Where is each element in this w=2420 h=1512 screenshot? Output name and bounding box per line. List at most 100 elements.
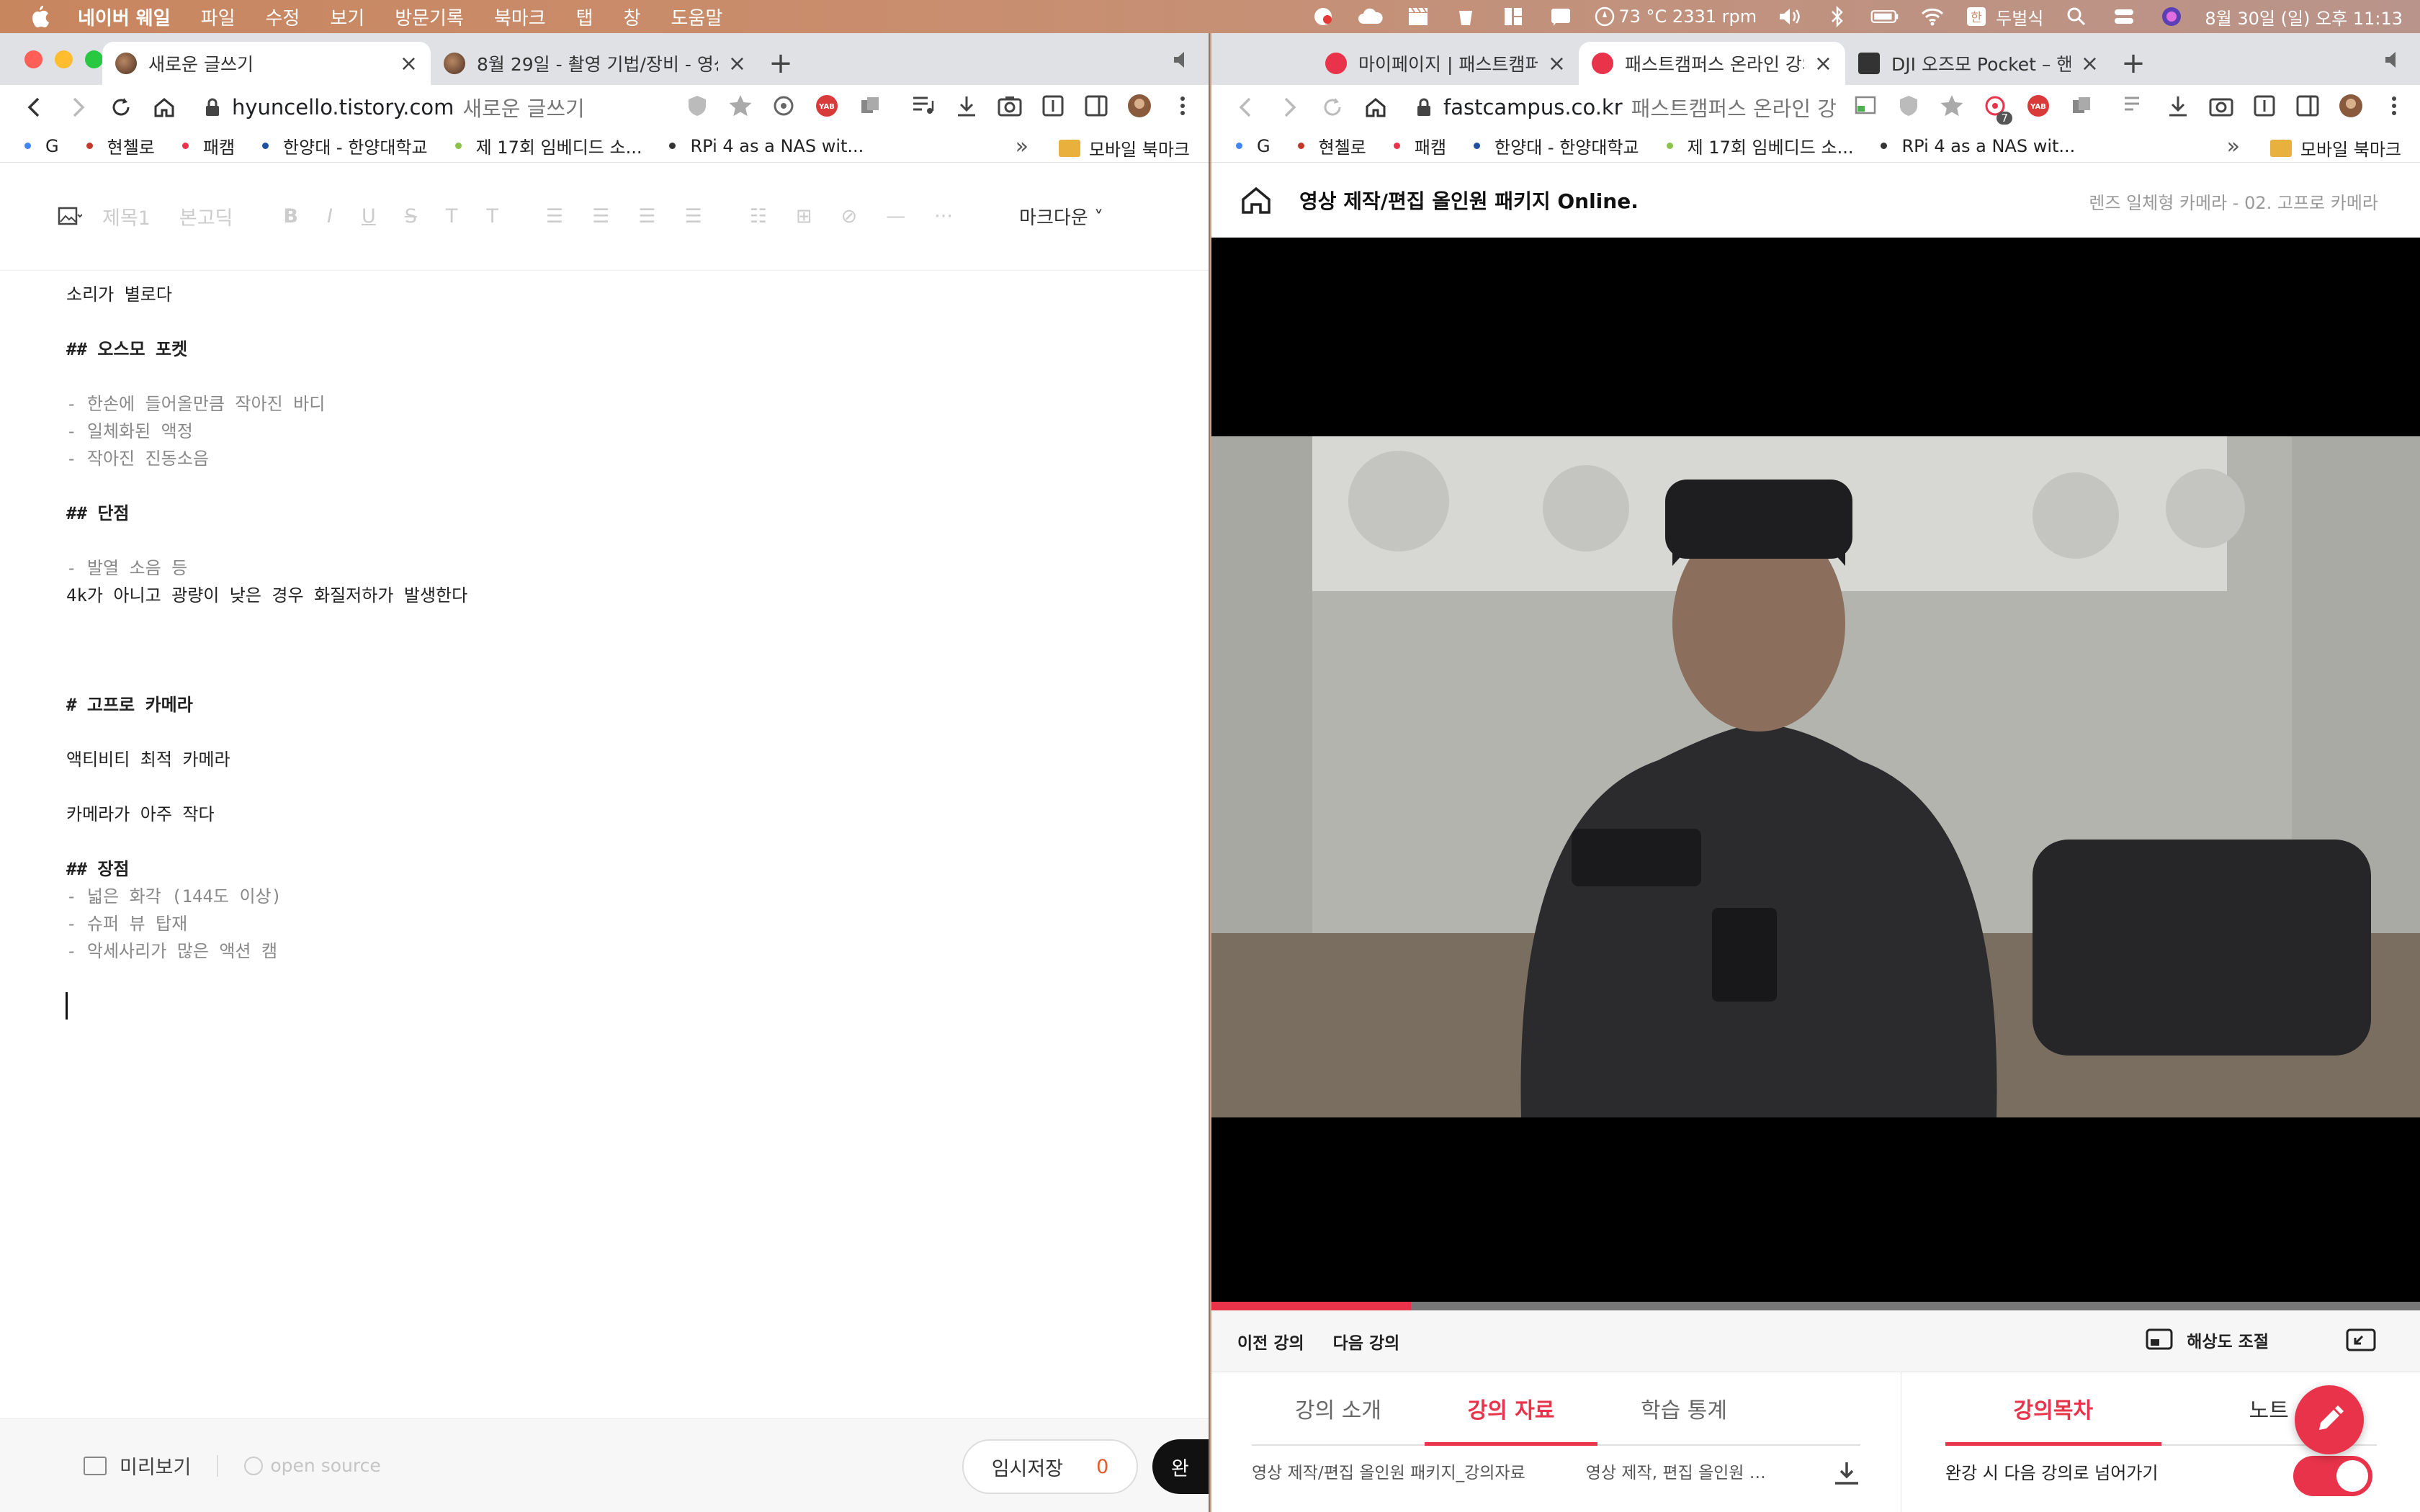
bookmark-folder-mobile[interactable]: 모바일 북마크 [1058, 135, 1190, 161]
shield-icon[interactable] [1894, 91, 1923, 120]
sidebar-toggle-icon[interactable] [2293, 91, 2322, 120]
profile-avatar[interactable] [2336, 91, 2365, 120]
forward-button[interactable] [62, 91, 94, 123]
control-center-icon[interactable] [2110, 6, 2138, 27]
link-icon[interactable]: ⊘ [841, 205, 858, 228]
home-button[interactable] [1360, 91, 1392, 123]
reload-button[interactable] [105, 91, 137, 123]
preview-button[interactable]: 미리보기 [84, 1452, 191, 1480]
back-button[interactable] [19, 91, 50, 123]
bookmark-fastcampus[interactable]: 패캠 [182, 133, 235, 158]
menu-bookmarks[interactable]: 북마크 [494, 4, 546, 30]
battery-icon[interactable] [1870, 6, 1899, 27]
home-button[interactable] [148, 91, 180, 123]
yab-extension-icon[interactable]: YAB [2024, 91, 2053, 120]
reader-icon[interactable] [1039, 91, 1067, 120]
bookmark-embedded[interactable]: 제 17회 임베디드 소... [1666, 133, 1853, 158]
forward-button[interactable] [1273, 91, 1305, 123]
bookmark-rpi-nas[interactable]: RPi 4 as a NAS wit... [1881, 136, 2075, 156]
bluetooth-icon[interactable] [1823, 6, 1852, 27]
screenshot-icon[interactable] [2207, 91, 2236, 120]
back-button[interactable] [1230, 91, 1262, 123]
bookmark-hanyang[interactable]: 한양대 - 한양대학교 [262, 133, 428, 158]
siri-icon[interactable] [2157, 6, 2186, 27]
markdown-mode-toggle[interactable]: 마크다운 ˅ [1019, 203, 1103, 230]
new-tab-button[interactable]: + [2112, 42, 2155, 85]
publish-button[interactable]: 완 [1152, 1439, 1209, 1494]
pip-extension-icon[interactable] [1851, 91, 1880, 120]
tab-learning-stats[interactable]: 학습 통계 [1597, 1372, 1770, 1444]
address-bar[interactable]: hyuncello.tistory.com 새로운 글쓰기 [205, 92, 585, 122]
bookmark-google[interactable]: G [24, 136, 59, 156]
autoplay-toggle[interactable] [2293, 1456, 2372, 1496]
close-tab-icon[interactable]: × [1548, 51, 1566, 76]
video-progress-bar[interactable] [1211, 1302, 2420, 1310]
bookmark-hyuncello[interactable]: 현첼로 [86, 133, 155, 158]
menu-window[interactable]: 창 [624, 4, 641, 30]
tab-mypage[interactable]: 마이페이지 | 패스트캠퍼스 × [1312, 42, 1579, 85]
bookmark-hyuncello[interactable]: 현첼로 [1297, 133, 1366, 158]
video-player[interactable] [1211, 238, 2420, 1310]
close-tab-icon[interactable]: × [400, 51, 418, 76]
translate-icon[interactable] [769, 91, 798, 120]
video-frame[interactable] [1211, 436, 2420, 1117]
resource-row[interactable]: 영상 제작/편집 올인원 패키지_강의자료 영상 제작, 편집 올인원 … [1252, 1446, 1860, 1496]
align-right-icon[interactable]: ☰ [638, 205, 655, 228]
tab-curriculum[interactable]: 강의목차 [1945, 1372, 2161, 1446]
bookmark-folder-mobile[interactable]: 모바일 북마크 [2269, 135, 2401, 161]
zoom-window-button[interactable] [85, 50, 103, 68]
download-icon[interactable] [1833, 1460, 1860, 1486]
copy-extension-icon[interactable] [2067, 91, 2096, 120]
text-color-button[interactable]: T [446, 205, 458, 228]
cup-icon[interactable] [1451, 6, 1480, 27]
picture-in-picture-icon[interactable] [2345, 1328, 2377, 1354]
course-home-icon[interactable] [1240, 186, 1272, 215]
temp-save-button[interactable]: 임시저장 0 [962, 1439, 1138, 1494]
menu-file[interactable]: 파일 [201, 4, 236, 30]
divider-icon[interactable]: — [886, 205, 905, 228]
list-icon[interactable]: ☷ [750, 205, 767, 228]
bookmark-rpi-nas[interactable]: RPi 4 as a NAS wit... [669, 136, 864, 156]
cloud-icon[interactable] [1356, 6, 1385, 27]
markdown-editor[interactable]: 소리가 별로다 ## 오스모 포켓 - 한손에 들어올만큼 작아진 바디 - 일체화된… [0, 271, 1209, 1380]
align-center-icon[interactable]: ☰ [592, 205, 609, 228]
italic-button[interactable]: I [327, 205, 333, 228]
layout-icon[interactable] [1499, 6, 1528, 27]
input-source-icon[interactable]: 한 [1966, 6, 1987, 27]
tab-dji-pocket[interactable]: DJI 오즈모 Pocket – 핸 × [1845, 42, 2112, 85]
menu-tab[interactable]: 탭 [576, 4, 593, 30]
more-bookmarks-chevron-icon[interactable]: » [1016, 134, 1028, 159]
notification-icon[interactable] [1546, 6, 1575, 27]
bookmark-embedded[interactable]: 제 17회 임베디드 소... [454, 133, 642, 158]
clapperboard-icon[interactable] [1404, 6, 1433, 27]
more-icon[interactable]: ··· [934, 205, 953, 228]
reader-icon[interactable] [2250, 91, 2279, 120]
menu-history[interactable]: 방문기록 [395, 4, 464, 30]
open-source-link[interactable]: open source [244, 1455, 381, 1476]
menu-view[interactable]: 보기 [330, 4, 364, 30]
reload-button[interactable] [1317, 91, 1348, 123]
close-window-button[interactable] [24, 50, 42, 68]
close-tab-icon[interactable]: × [1814, 51, 1832, 76]
table-icon[interactable]: ⊞ [796, 205, 812, 228]
whale-icon[interactable] [1309, 6, 1337, 27]
playlist-icon[interactable] [2120, 91, 2149, 120]
copy-extension-icon[interactable] [856, 91, 884, 120]
resolution-button[interactable]: 해상도 조절 [2145, 1328, 2269, 1352]
write-note-button[interactable] [2295, 1385, 2364, 1454]
address-bar[interactable]: fastcampus.co.kr 패스트캠퍼스 온라인 강 [1416, 92, 1837, 122]
prev-lecture-button[interactable]: 이전 강의 [1237, 1329, 1304, 1354]
yab-extension-icon[interactable]: YAB [812, 91, 841, 120]
bookmark-fastcampus[interactable]: 패캠 [1393, 133, 1446, 158]
tab-course-intro[interactable]: 강의 소개 [1252, 1372, 1425, 1444]
bookmark-hanyang[interactable]: 한양대 - 한양대학교 [1474, 133, 1639, 158]
sidebar-toggle-icon[interactable] [1082, 91, 1111, 120]
menu-help[interactable]: 도움말 [671, 4, 722, 30]
close-tab-icon[interactable]: × [728, 51, 746, 76]
next-lecture-button[interactable]: 다음 강의 [1333, 1329, 1400, 1354]
tab-blog-post[interactable]: 8월 29일 - 촬영 기법/장비 - 영상편 × [431, 42, 759, 85]
download-icon[interactable] [2164, 91, 2192, 120]
underline-button[interactable]: U [362, 205, 376, 228]
tab-online-lecture[interactable]: 패스트캠퍼스 온라인 강의 × [1579, 42, 1845, 85]
playlist-icon[interactable] [909, 91, 938, 120]
